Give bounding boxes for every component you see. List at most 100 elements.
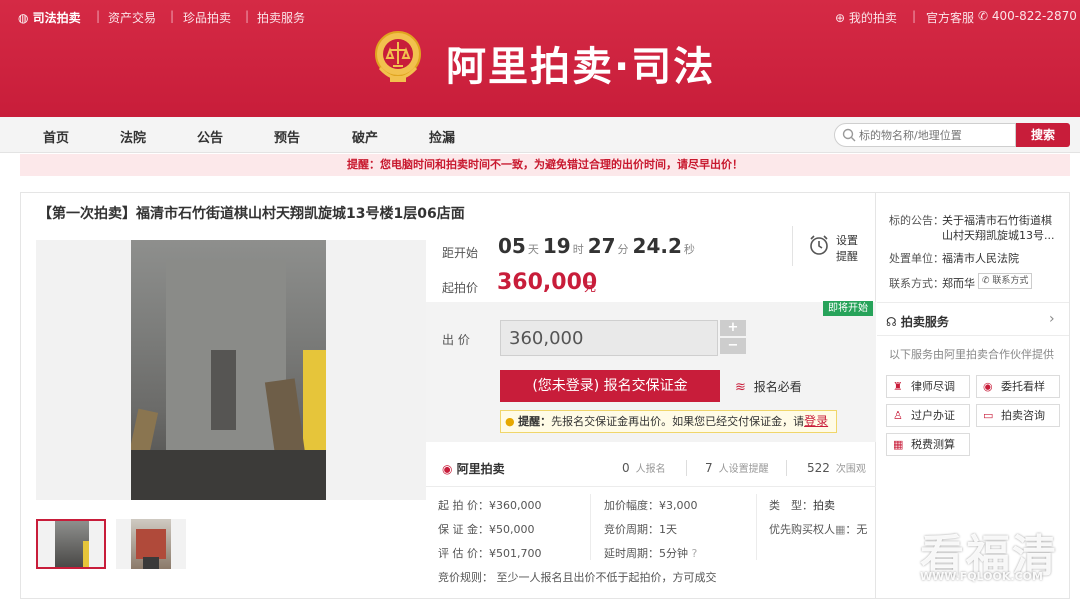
location-pin-icon: ◉ [983, 380, 993, 393]
chevron-right-icon[interactable]: › [1049, 311, 1055, 327]
qr-icon[interactable]: ▦ [835, 523, 845, 536]
views-label: 次围观 [835, 464, 866, 475]
lightbulb-icon: ● [505, 415, 515, 428]
time-mismatch-notice: 提醒：您电脑时间和拍卖时间不一致，为避免错过合理的出价时间，请尽早出价！ [20, 154, 1070, 176]
top-bar: ◍ 司法拍卖 | 资产交易 | 珍品拍卖 | 拍卖服务 ⊕ 我的拍卖 | 官方客… [0, 0, 1080, 33]
search-input[interactable] [859, 127, 1009, 143]
reminders-label: 人设置提醒 [718, 464, 769, 475]
registrants-value: 0 [622, 461, 630, 475]
divider: | [245, 9, 250, 23]
my-auction-link[interactable]: ⊕ 我的拍卖 [835, 9, 897, 26]
search-button[interactable]: 搜索 [1016, 123, 1070, 147]
thumbnail-1[interactable] [36, 519, 106, 569]
reminders-count: 7 人设置提醒 [705, 460, 769, 475]
search-box [834, 123, 1016, 147]
nav-announcement[interactable]: 公告 [197, 127, 223, 146]
headset-icon: ☊ [886, 315, 897, 329]
announcement-link-1[interactable]: 关于福清市石竹街道棋 [942, 212, 1052, 228]
login-link[interactable]: 登录 [804, 414, 828, 428]
divider [426, 486, 876, 487]
detail-type-value: 拍卖 [813, 499, 835, 512]
divider [686, 460, 687, 476]
detail-rule: 竞价规则： 至少一人报名且出价不低于起拍价，方可成交 [438, 571, 717, 584]
customer-service-link[interactable]: 官方客服 [926, 9, 974, 26]
court-link[interactable]: 福清市人民法院 [942, 250, 1019, 266]
inspection-label: 委托看样 [1001, 380, 1045, 393]
coins-icon: ≋ [735, 380, 746, 395]
consult-button[interactable]: ▭ 拍卖咨询 [976, 404, 1060, 427]
lawyer-check-button[interactable]: ♜ 律师尽调 [886, 375, 970, 398]
contact-button[interactable]: ✆ 联系方式 [978, 273, 1033, 289]
start-price-label: 起拍价 [442, 281, 479, 295]
register-deposit-button[interactable]: (您未登录) 报名交保证金 [500, 370, 720, 402]
divider: | [96, 9, 101, 23]
main-photo[interactable] [36, 240, 426, 500]
days-unit: 天 [527, 243, 539, 256]
service-description: 以下服务由阿里拍卖合作伙伴提供 [889, 348, 1054, 361]
thumbnail-2[interactable] [116, 519, 186, 569]
judicial-auction-label: 司法拍卖 [32, 11, 81, 25]
inspection-button[interactable]: ◉ 委托看样 [976, 375, 1060, 398]
court-emblem-icon [375, 31, 421, 82]
contact-label: 联系方式： [889, 277, 944, 290]
registrants-label: 人报名 [635, 464, 666, 475]
site-title: 阿里拍卖·司法 [446, 44, 716, 90]
announcement-link-2[interactable]: 山村天翔凯旋城13号... [942, 227, 1055, 243]
detail-start-price: 起 拍 价：¥360,000 [438, 499, 542, 512]
transfer-icon: ♙ [893, 409, 903, 422]
views-count: 522 次围观 [807, 460, 866, 475]
calculator-icon: ▦ [893, 438, 904, 451]
auction-service-title: 拍卖服务 [900, 315, 949, 329]
my-auction-label: 我的拍卖 [848, 11, 897, 25]
globe-icon: ⊕ [835, 11, 846, 25]
nav-link-service[interactable]: 拍卖服务 [257, 9, 305, 26]
phone-icon: ✆ [982, 276, 990, 286]
countdown-days: 05 [498, 234, 526, 258]
detail-type-label: 类 型： [769, 499, 813, 512]
registration-guide-link[interactable]: ≋ 报名必看 [735, 378, 802, 395]
nav-court[interactable]: 法院 [120, 127, 146, 146]
seconds-unit: 秒 [683, 243, 695, 256]
detail-priority-label: 优先购买权人 [769, 523, 835, 536]
storefront-photo [131, 240, 326, 500]
auction-service-header[interactable]: ☊ 拍卖服务 [886, 313, 949, 330]
divider [792, 226, 793, 266]
detail-priority-value: ：无 [845, 523, 868, 536]
hours-unit: 时 [572, 243, 584, 256]
transfer-button[interactable]: ♙ 过户办证 [886, 404, 970, 427]
auction-title: 【第一次拍卖】福清市石竹街道棋山村天翔凯旋城13号楼1层06店面 [38, 206, 465, 222]
announcement-label: 标的公告： [889, 214, 944, 227]
nav-link-asset-trade[interactable]: 资产交易 [108, 9, 156, 26]
nav-bargain[interactable]: 捡漏 [429, 127, 455, 146]
tip-text: 先报名交保证金再出价。如果您已经交付保证金，请 [551, 415, 805, 428]
judicial-auction-link[interactable]: ◍ 司法拍卖 [18, 9, 81, 26]
help-icon[interactable]: ? [692, 547, 698, 560]
nav-bankruptcy[interactable]: 破产 [352, 127, 378, 146]
detail-appraisal: 评 估 价：¥501,700 [438, 547, 542, 560]
nav-preview[interactable]: 预告 [274, 127, 300, 146]
alarm-clock-icon [810, 235, 828, 255]
search-icon [842, 128, 856, 142]
countdown-minutes: 27 [587, 234, 616, 258]
phone-icon: ✆ [978, 9, 989, 23]
tip-prefix: 提醒： [518, 415, 552, 428]
views-value: 522 [807, 461, 830, 475]
set-reminder-button[interactable]: 设置 提醒 [806, 226, 866, 266]
bid-amount-input[interactable] [500, 320, 718, 356]
divider [786, 460, 787, 476]
reminders-value: 7 [705, 461, 713, 475]
lawyer-check-label: 律师尽调 [911, 380, 955, 393]
stats-bar: ◉ 阿里拍卖 0 人报名 7 人设置提醒 522 次围观 [426, 450, 876, 486]
auction-logo-icon: ◉ [442, 462, 453, 476]
lawyer-icon: ♜ [893, 380, 903, 393]
start-price-value: 360,000 [497, 270, 598, 295]
registration-guide-label: 报名必看 [753, 380, 802, 394]
ali-auction-logo: ◉ 阿里拍卖 [442, 460, 505, 477]
contact-name: 郑而华 [942, 277, 975, 290]
increase-bid-button[interactable]: + [720, 320, 746, 336]
auction-logo-icon: ◍ [18, 11, 29, 25]
nav-link-treasure[interactable]: 珍品拍卖 [183, 9, 231, 26]
decrease-bid-button[interactable]: − [720, 338, 746, 354]
tax-calc-button[interactable]: ▦ 税费测算 [886, 433, 970, 456]
nav-home[interactable]: 首页 [43, 127, 69, 146]
